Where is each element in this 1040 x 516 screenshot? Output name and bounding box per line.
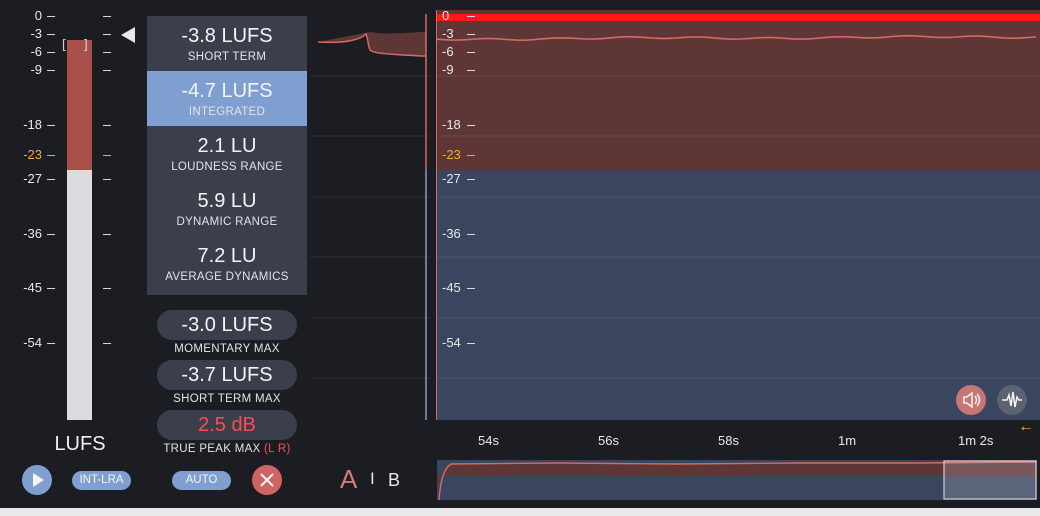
ab-separator: I (370, 469, 375, 488)
scale-tick (47, 288, 55, 290)
scale-tick (103, 52, 111, 54)
scale-label: 0 (34, 8, 42, 23)
true-peak-max-label: TRUE PEAK MAX (L R) (147, 443, 307, 455)
time-label: 54s (478, 433, 499, 448)
time-label: 56s (598, 433, 619, 448)
overview-selection[interactable] (943, 460, 1037, 500)
meter-bracket: [] (60, 38, 104, 53)
scale-label: -27 (23, 171, 42, 187)
true-peak-channels: (L R) (264, 443, 291, 455)
loudness-history-graph (436, 10, 1040, 420)
stats-panel: -3.8 LUFS SHORT TERM -4.7 LUFS INTEGRATE… (147, 16, 307, 295)
scale-tick (47, 155, 55, 157)
scale-tick (47, 70, 55, 72)
pointer-arrow-icon (121, 27, 135, 43)
time-label: 58s (718, 433, 739, 448)
scale-tick (103, 288, 111, 290)
status-bar (0, 508, 1040, 516)
scale-tick (467, 124, 475, 126)
scale-tick (47, 179, 55, 181)
speaker-icon (963, 391, 981, 409)
momentary-max-label: MOMENTARY MAX (174, 343, 280, 355)
scale-tick (47, 124, 55, 126)
true-peak-label-text: TRUE PEAK MAX (163, 443, 261, 455)
ab-b-button[interactable]: B (388, 469, 400, 491)
scale-tick (103, 70, 111, 72)
scale-tick (467, 52, 475, 54)
scale-tick (103, 155, 111, 157)
scale-tick (47, 16, 55, 17)
time-label: 1m 2s (958, 433, 994, 448)
scale-tick (467, 342, 475, 344)
loudness-histogram (310, 14, 430, 420)
scale-tick (467, 16, 475, 17)
stat-average-dynamics[interactable]: 7.2 LU AVERAGE DYNAMICS (147, 236, 307, 291)
scale-label: -45 (23, 280, 42, 296)
meter-unit-label: LUFS (54, 433, 106, 455)
play-button[interactable] (22, 465, 52, 495)
stat-integrated[interactable]: -4.7 LUFS INTEGRATED (147, 71, 307, 126)
stat-value: -4.7 LUFS (181, 80, 273, 102)
stat-label: INTEGRATED (188, 106, 266, 118)
stat-value: 2.1 LU (197, 135, 257, 157)
ab-a-button[interactable]: A (340, 464, 357, 494)
scale-label: -23 (23, 147, 42, 163)
histogram-area (318, 32, 426, 56)
scale-label: -9 (30, 62, 42, 78)
scale-label: -3 (30, 26, 42, 42)
stat-short-term[interactable]: -3.8 LUFS SHORT TERM (147, 16, 307, 71)
stat-value: 5.9 LU (197, 190, 257, 212)
scale-tick (103, 233, 111, 235)
scale-tick (103, 34, 111, 36)
int-lra-button[interactable]: INT-LRA (72, 471, 131, 490)
scale-tick (467, 288, 475, 290)
reset-button[interactable] (252, 465, 282, 495)
close-icon (260, 473, 274, 487)
scale-tick (47, 52, 55, 54)
scale-tick (467, 179, 475, 181)
scale-tick (467, 155, 475, 157)
scale-tick (103, 124, 111, 126)
time-label: 1m (838, 433, 857, 448)
stat-value: -3.8 LUFS (181, 25, 273, 47)
stat-dynamic-range[interactable]: 5.9 LU DYNAMIC RANGE (147, 181, 307, 236)
overview-timeline[interactable] (437, 460, 1037, 500)
stat-label: AVERAGE DYNAMICS (165, 271, 289, 283)
scale-tick (103, 179, 111, 181)
scale-label: -6 (30, 44, 42, 60)
short-term-max-label: SHORT TERM MAX (173, 393, 281, 405)
above-target-area (436, 10, 1040, 170)
scale-label: -18 (23, 116, 42, 132)
stat-label: SHORT TERM (187, 51, 267, 63)
ceiling-bar (436, 14, 1040, 21)
true-peak-max-value[interactable]: 2.5 dB (157, 410, 297, 440)
below-target-area (436, 170, 1040, 420)
scale-tick (103, 16, 111, 17)
stat-label: LOUDNESS RANGE (171, 161, 283, 173)
scale-tick (47, 233, 55, 235)
loudness-meter-fill (67, 40, 92, 170)
stat-value: 7.2 LU (197, 245, 257, 267)
scale-tick (467, 233, 475, 235)
scale-tick (47, 342, 55, 344)
momentary-max-value[interactable]: -3.0 LUFS (157, 310, 297, 340)
scale-tick (47, 34, 55, 36)
short-term-max-value[interactable]: -3.7 LUFS (157, 360, 297, 390)
scale-label: -54 (23, 334, 42, 350)
auto-button[interactable]: AUTO (172, 471, 231, 490)
speaker-button[interactable] (956, 385, 986, 415)
waveform-button[interactable] (997, 385, 1027, 415)
stat-label: DYNAMIC RANGE (176, 216, 278, 228)
scale-label: -36 (23, 225, 42, 241)
scale-tick (103, 342, 111, 344)
waveform-icon (1002, 391, 1022, 408)
play-icon (33, 473, 44, 487)
back-arrow-icon[interactable]: ← (1018, 418, 1034, 436)
scale-tick (467, 70, 475, 72)
stat-loudness-range[interactable]: 2.1 LU LOUDNESS RANGE (147, 126, 307, 181)
scale-tick (467, 34, 475, 36)
